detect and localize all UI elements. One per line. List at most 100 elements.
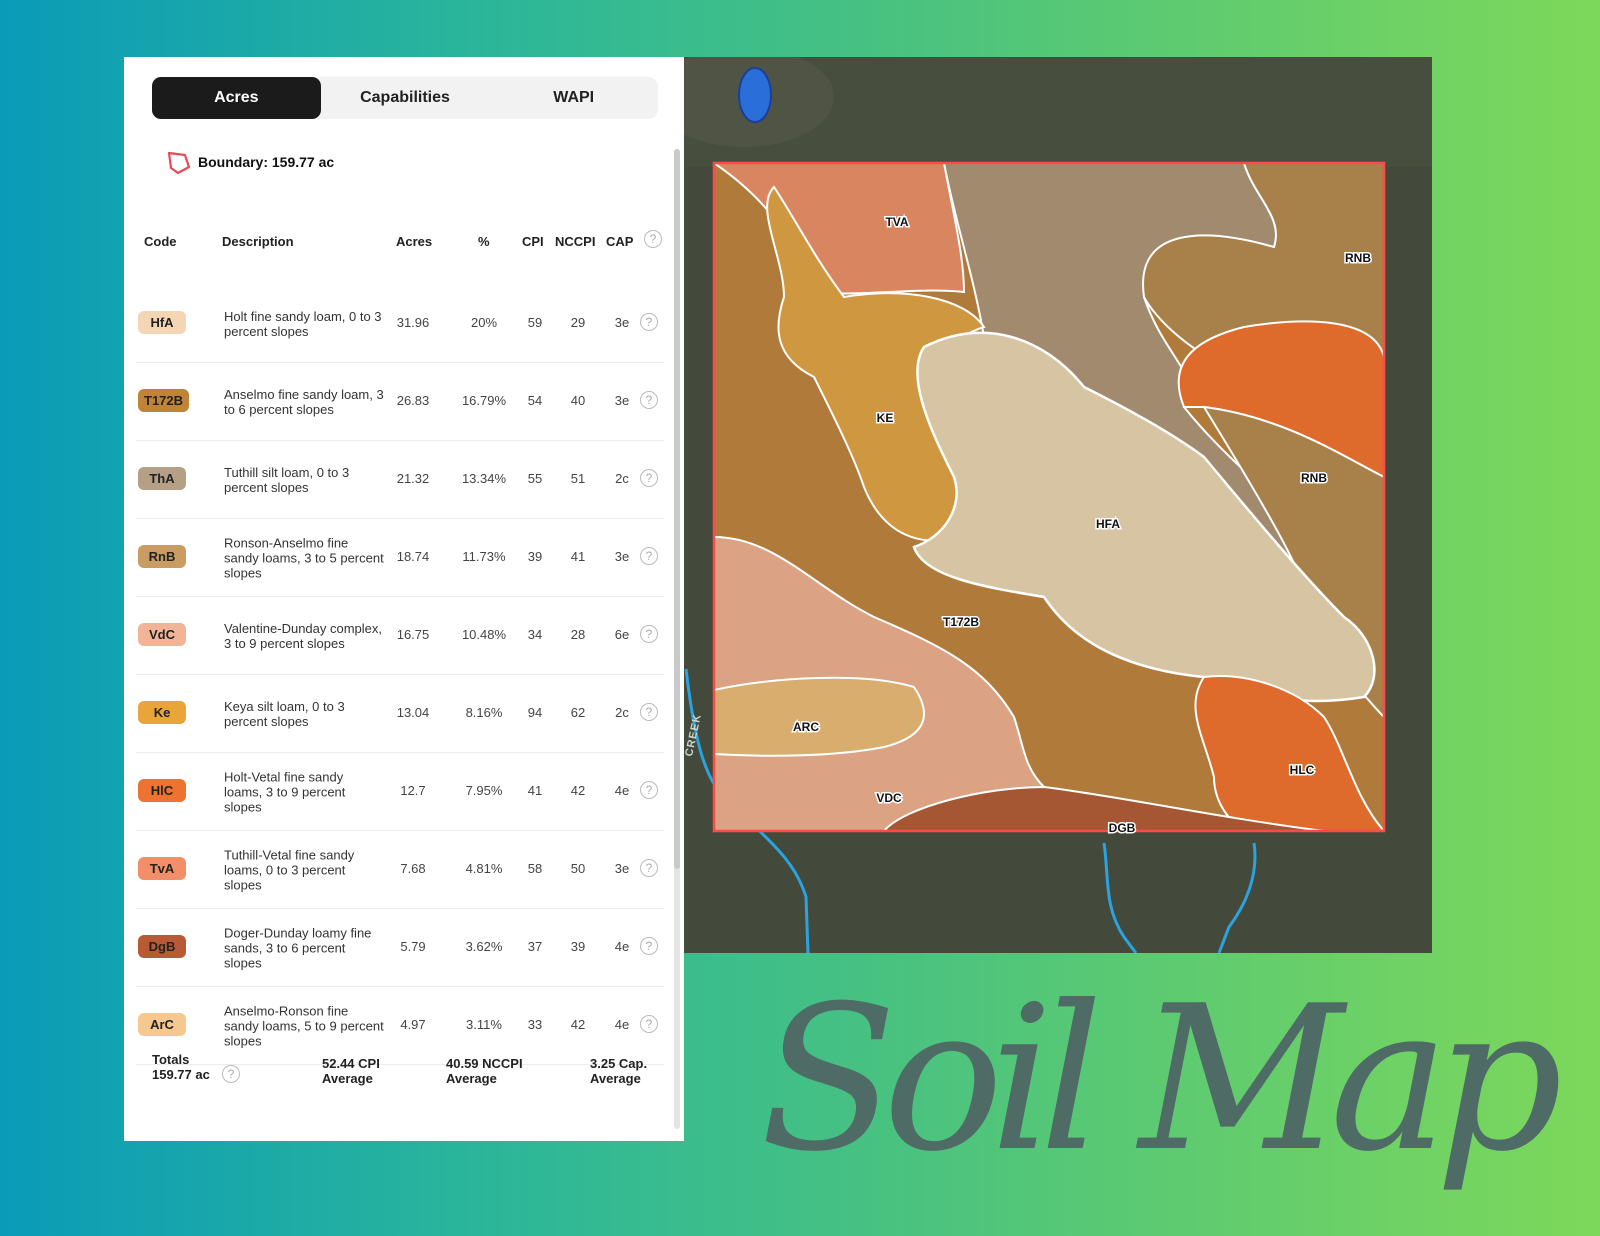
- totals-nccpi-average-label: Average: [446, 1071, 497, 1086]
- soil-cap: 2c: [615, 471, 629, 486]
- map-label-hfa: HFA: [1096, 517, 1120, 531]
- soil-percent: 4.81%: [465, 861, 503, 876]
- table-row[interactable]: RnB Ronson-Anselmo fine sandy loams, 3 t…: [136, 519, 664, 597]
- map-label-tva: TVA: [885, 215, 908, 229]
- soil-code-badge: HlC: [138, 779, 186, 802]
- soil-acres: 7.68: [400, 861, 426, 876]
- boundary-label: Boundary: 159.77 ac: [198, 154, 335, 170]
- soil-code-badge: DgB: [138, 935, 186, 958]
- map-label-rnb-top: RNB: [1345, 251, 1371, 265]
- soil-code-badge: Ke: [138, 701, 186, 724]
- soil-description: Anselmo fine sandy loam, 3 to 6 percent …: [224, 386, 384, 417]
- row-help-icon[interactable]: ?: [640, 391, 658, 409]
- soil-acres: 13.04: [396, 705, 430, 720]
- column-header-description: Description: [222, 234, 294, 249]
- row-help-icon[interactable]: ?: [640, 859, 658, 877]
- soil-description: Tuthill silt loam, 0 to 3 percent slopes: [224, 464, 350, 495]
- map-label-dgb: DGB: [1109, 821, 1136, 835]
- soil-code-badge: T172B: [138, 389, 190, 412]
- soil-acres: 12.7: [400, 783, 426, 798]
- boundary-summary: Boundary: 159.77 ac: [166, 149, 334, 175]
- table-row[interactable]: T172B Anselmo fine sandy loam, 3 to 6 pe…: [136, 363, 664, 441]
- soil-percent: 7.95%: [465, 783, 503, 798]
- soil-cap: 3e: [614, 393, 630, 408]
- soil-cpi: 58: [527, 861, 543, 876]
- row-help-icon[interactable]: ?: [640, 1015, 658, 1033]
- soil-code-badge: ArC: [138, 1013, 186, 1036]
- soil-acres: 21.32: [396, 471, 430, 486]
- column-header-nccpi: NCCPI: [555, 234, 596, 249]
- soil-cap: 6e: [614, 627, 630, 642]
- soil-cpi: 33: [527, 1017, 543, 1032]
- soil-map-svg[interactable]: CREEK TVA RNB KE RNB HFA T172B ARC HLC V…: [684, 57, 1432, 953]
- soil-acres: 16.75: [396, 627, 430, 642]
- soil-cpi: 54: [527, 393, 543, 408]
- soil-cpi: 34: [527, 627, 543, 642]
- soil-acres: 26.83: [396, 393, 430, 408]
- column-header-cpi: CPI: [522, 234, 544, 249]
- soil-cpi: 39: [527, 549, 543, 564]
- soil-description: Doger-Dunday loamy fine sands, 3 to 6 pe…: [224, 925, 372, 970]
- totals-nccpi: 40.59 NCCPI: [446, 1056, 523, 1071]
- soil-cap: 4e: [614, 1017, 630, 1032]
- tab-acres[interactable]: Acres: [152, 77, 321, 119]
- table-row[interactable]: TvA Tuthill-Vetal fine sandy loams, 0 to…: [136, 831, 664, 909]
- soil-nccpi: 51: [570, 471, 586, 486]
- tab-capabilities[interactable]: Capabilities: [321, 77, 490, 119]
- soil-code-badge: HfA: [138, 311, 186, 334]
- totals-help-icon[interactable]: ?: [222, 1065, 240, 1083]
- soil-cap: 3e: [614, 861, 630, 876]
- scrollbar-thumb[interactable]: [674, 149, 680, 869]
- column-header-cap: CAP: [606, 234, 634, 249]
- soil-description: Valentine-Dunday complex, 3 to 9 percent…: [224, 620, 383, 651]
- boundary-polygon-icon: [167, 151, 191, 175]
- row-help-icon[interactable]: ?: [640, 781, 658, 799]
- row-help-icon[interactable]: ?: [640, 625, 658, 643]
- totals-cpi: 52.44 CPI: [322, 1056, 380, 1071]
- row-help-icon[interactable]: ?: [640, 469, 658, 487]
- soil-table-panel: Acres Capabilities WAPI Boundary: 159.77…: [124, 57, 684, 1141]
- soil-percent: 10.48%: [461, 627, 507, 642]
- map-label-arc: ARC: [793, 720, 819, 734]
- table-row[interactable]: Ke Keya silt loam, 0 to 3 percent slopes…: [136, 675, 664, 753]
- map-label-hlc: HLC: [1290, 763, 1315, 777]
- soil-description: Ronson-Anselmo fine sandy loams, 3 to 5 …: [224, 535, 384, 580]
- soil-nccpi: 29: [570, 315, 586, 330]
- totals-footer: Totals 159.77 ac ? 52.44 CPI Average 40.…: [124, 1052, 684, 1132]
- map-label-rnb-mid: RNB: [1301, 471, 1327, 485]
- table-row[interactable]: VdC Valentine-Dunday complex, 3 to 9 per…: [136, 597, 664, 675]
- soil-polygon-arc[interactable]: [714, 676, 925, 757]
- table-row[interactable]: DgB Doger-Dunday loamy fine sands, 3 to …: [136, 909, 664, 987]
- soil-nccpi: 62: [570, 705, 586, 720]
- page-title: Soil Map: [760, 963, 1563, 1196]
- soil-cpi: 59: [527, 315, 543, 330]
- soil-percent: 3.11%: [466, 1017, 502, 1032]
- soil-map[interactable]: CREEK TVA RNB KE RNB HFA T172B ARC HLC V…: [684, 57, 1432, 953]
- table-row[interactable]: ThA Tuthill silt loam, 0 to 3 percent sl…: [136, 441, 664, 519]
- row-help-icon[interactable]: ?: [640, 937, 658, 955]
- cap-help-icon[interactable]: ?: [644, 230, 662, 248]
- map-label-vdc: VDC: [876, 791, 902, 805]
- soil-cap: 4e: [614, 939, 630, 954]
- row-help-icon[interactable]: ?: [640, 313, 658, 331]
- row-help-icon[interactable]: ?: [640, 547, 658, 565]
- column-header-acres: Acres: [396, 234, 433, 249]
- soil-acres: 18.74: [396, 549, 430, 564]
- soil-description: Anselmo-Ronson fine sandy loams, 5 to 9 …: [224, 1003, 384, 1048]
- soil-percent: 8.16%: [465, 705, 503, 720]
- column-header-percent: %: [478, 234, 490, 249]
- soil-nccpi: 50: [570, 861, 586, 876]
- soil-nccpi: 28: [570, 627, 586, 642]
- table-row[interactable]: HlC Holt-Vetal fine sandy loams, 3 to 9 …: [136, 753, 664, 831]
- soil-code-badge: ThA: [138, 467, 186, 490]
- soil-cpi: 94: [527, 705, 543, 720]
- soil-description: Holt fine sandy loam, 0 to 3 percent slo…: [224, 308, 382, 339]
- soil-percent: 11.73%: [462, 549, 506, 564]
- tab-bar: Acres Capabilities WAPI: [152, 77, 658, 119]
- table-row[interactable]: HfA Holt fine sandy loam, 0 to 3 percent…: [136, 285, 664, 363]
- soil-description: Tuthill-Vetal fine sandy loams, 0 to 3 p…: [224, 847, 355, 892]
- row-help-icon[interactable]: ?: [640, 703, 658, 721]
- map-label-t172b: T172B: [943, 615, 979, 629]
- tab-wapi[interactable]: WAPI: [489, 77, 658, 119]
- soil-code-badge: RnB: [138, 545, 186, 568]
